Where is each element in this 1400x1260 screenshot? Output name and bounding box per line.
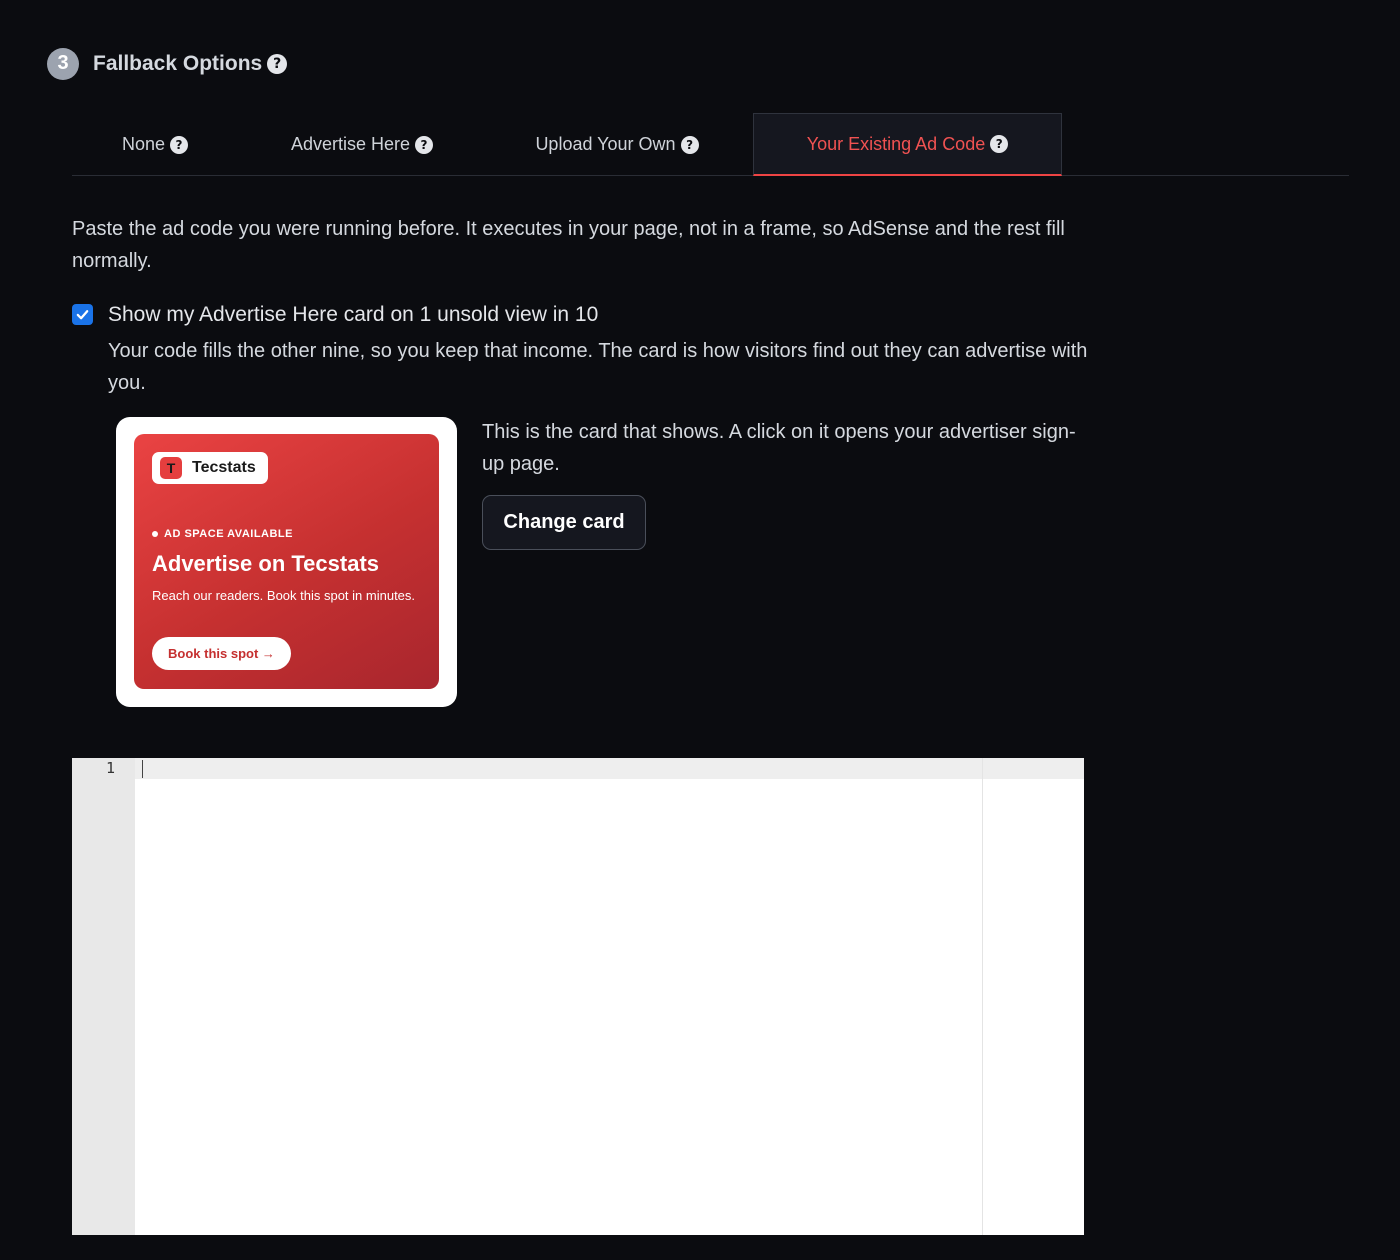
fallback-tabs: None ? Advertise Here ? Upload Your Own … (72, 113, 1349, 176)
show-card-checkbox-label[interactable]: Show my Advertise Here card on 1 unsold … (108, 300, 598, 330)
tab-your-existing-ad-code[interactable]: Your Existing Ad Code ? (753, 113, 1062, 176)
help-icon[interactable]: ? (170, 135, 189, 154)
section-header: 3 Fallback Options ? (47, 47, 288, 80)
book-this-spot-button: Book this spot → (152, 637, 291, 670)
brand-pill: T Tecstats (152, 452, 268, 484)
help-icon[interactable]: ? (990, 135, 1009, 153)
tab-label: None (121, 134, 166, 154)
tab-none[interactable]: None ? (82, 113, 228, 176)
ad-code-editor[interactable]: 1 (72, 758, 1084, 1235)
line-number: 1 (105, 759, 115, 777)
ad-eyebrow-text: AD SPACE AVAILABLE (164, 528, 293, 540)
show-card-checkbox[interactable] (72, 304, 93, 325)
brand-name: Tecstats (192, 459, 256, 476)
help-icon[interactable]: ? (267, 53, 288, 74)
card-note: This is the card that shows. A click on … (482, 421, 1076, 475)
tab-advertise-here[interactable]: Advertise Here ? (262, 113, 462, 176)
checkmark-icon (76, 310, 89, 320)
help-icon[interactable]: ? (415, 135, 434, 154)
help-icon[interactable]: ? (680, 135, 699, 154)
code-input-area[interactable] (135, 758, 1084, 1235)
section-title: Fallback Options (93, 51, 263, 75)
change-card-button[interactable]: Change card (482, 495, 646, 550)
ad-subtext: Reach our readers. Book this spot in min… (152, 588, 416, 603)
intro-text: Paste the ad code you were running befor… (72, 218, 1065, 272)
dot-icon (152, 531, 158, 537)
ad-eyebrow: AD SPACE AVAILABLE (152, 528, 293, 540)
advertise-here-card-preview: T Tecstats AD SPACE AVAILABLE Advertise … (134, 434, 439, 689)
tab-label: Advertise Here (290, 134, 411, 154)
ad-headline: Advertise on Tecstats (152, 551, 380, 576)
tab-label: Your Existing Ad Code (806, 133, 986, 154)
ad-card-preview-frame: T Tecstats AD SPACE AVAILABLE Advertise … (116, 417, 457, 707)
advertise-card-toggle-row: Show my Advertise Here card on 1 unsold … (72, 300, 598, 330)
tab-label: Upload Your Own (535, 134, 676, 154)
text-cursor (142, 760, 143, 778)
brand-logo-icon: T (160, 457, 182, 479)
checkbox-help-text: Your code fills the other nine, so you k… (108, 340, 1088, 394)
tab-upload-your-own[interactable]: Upload Your Own ? (512, 113, 722, 176)
step-number-badge: 3 (47, 47, 79, 80)
editor-gutter: 1 (72, 758, 135, 1235)
